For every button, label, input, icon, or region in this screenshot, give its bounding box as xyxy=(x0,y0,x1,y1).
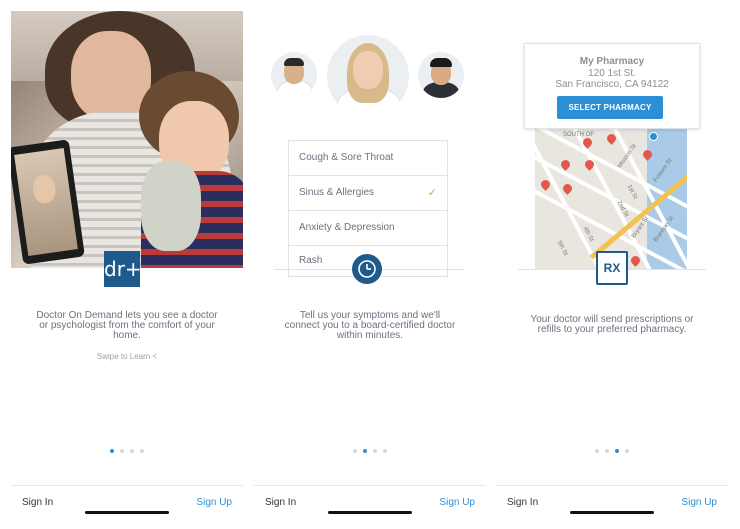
page-dot[interactable] xyxy=(120,449,124,453)
onboarding-panel-1: dr+ Doctor On Demand lets you see a doct… xyxy=(11,0,243,529)
page-dot[interactable] xyxy=(383,449,387,453)
symptom-item[interactable]: Anxiety & Depression xyxy=(289,211,447,246)
swipe-hint[interactable]: Swipe to Learn < xyxy=(11,352,243,361)
pharmacy-address-line2: San Francisco, CA 94122 xyxy=(555,79,669,90)
home-indicator xyxy=(85,511,169,514)
symptom-item-selected[interactable]: Sinus & Allergies ✓ xyxy=(289,176,447,211)
map-label: SOUTH OF xyxy=(563,132,594,138)
doctor-avatar xyxy=(271,52,317,98)
pharmacy-card: My Pharmacy 120 1st St. San Francisco, C… xyxy=(524,43,700,129)
map-label: 5th St xyxy=(555,240,569,257)
symptom-label: Anxiety & Depression xyxy=(299,222,395,233)
sign-in-button[interactable]: Sign In xyxy=(22,497,53,508)
symptom-label: Cough & Sore Throat xyxy=(299,152,394,163)
page-dot[interactable] xyxy=(615,449,619,453)
symptom-item[interactable]: Cough & Sore Throat xyxy=(289,141,447,176)
sign-up-button[interactable]: Sign Up xyxy=(681,497,717,508)
page-dot[interactable] xyxy=(353,449,357,453)
bottom-bar: Sign In Sign Up xyxy=(11,485,243,529)
home-indicator xyxy=(328,511,412,514)
rx-icon: RX xyxy=(596,251,628,285)
doctor-avatar xyxy=(418,52,464,98)
pharmacy-map[interactable]: SOUTH OF Mission St 1st St Folsom St 2nd… xyxy=(535,128,687,270)
map-pin-icon[interactable] xyxy=(561,182,574,195)
page-indicator[interactable] xyxy=(496,449,728,453)
current-location-icon xyxy=(649,132,658,141)
page-dot[interactable] xyxy=(605,449,609,453)
page-dot[interactable] xyxy=(595,449,599,453)
page-dot[interactable] xyxy=(373,449,377,453)
page-dot[interactable] xyxy=(130,449,134,453)
home-indicator xyxy=(570,511,654,514)
sign-up-button[interactable]: Sign Up xyxy=(196,497,232,508)
page-indicator[interactable] xyxy=(11,449,243,453)
onboarding-panel-2: Cough & Sore Throat Sinus & Allergies ✓ A… xyxy=(254,0,486,529)
dr-logo-icon: dr+ xyxy=(104,251,142,287)
page-dot[interactable] xyxy=(110,449,114,453)
page-indicator[interactable] xyxy=(254,449,486,453)
symptom-label: Sinus & Allergies xyxy=(299,187,375,198)
clock-icon xyxy=(352,254,382,284)
pharmacy-name: My Pharmacy xyxy=(579,56,645,67)
check-icon: ✓ xyxy=(427,187,437,199)
doctor-avatar xyxy=(327,35,409,117)
panel-3-description: Your doctor will send prescriptions or r… xyxy=(530,314,694,335)
page-dot[interactable] xyxy=(625,449,629,453)
select-pharmacy-button[interactable]: SELECT PHARMACY xyxy=(557,96,663,119)
page-dot[interactable] xyxy=(363,449,367,453)
sign-in-button[interactable]: Sign In xyxy=(507,497,538,508)
sign-in-button[interactable]: Sign In xyxy=(265,497,296,508)
onboarding-panel-3: SOUTH OF Mission St 1st St Folsom St 2nd… xyxy=(496,0,728,529)
hero-photo xyxy=(11,11,243,268)
page-dot[interactable] xyxy=(140,449,144,453)
panel-1-description: Doctor On Demand lets you see a doctor o… xyxy=(36,310,218,341)
bottom-bar: Sign In Sign Up xyxy=(496,485,728,529)
bottom-bar: Sign In Sign Up xyxy=(254,485,486,529)
symptom-label: Rash xyxy=(299,255,323,266)
panel-2-description: Tell us your symptoms and we'll connect … xyxy=(284,310,456,341)
map-label: 1st St xyxy=(625,184,639,201)
sign-up-button[interactable]: Sign Up xyxy=(439,497,475,508)
pharmacy-address-line1: 120 1st St. xyxy=(588,68,636,79)
